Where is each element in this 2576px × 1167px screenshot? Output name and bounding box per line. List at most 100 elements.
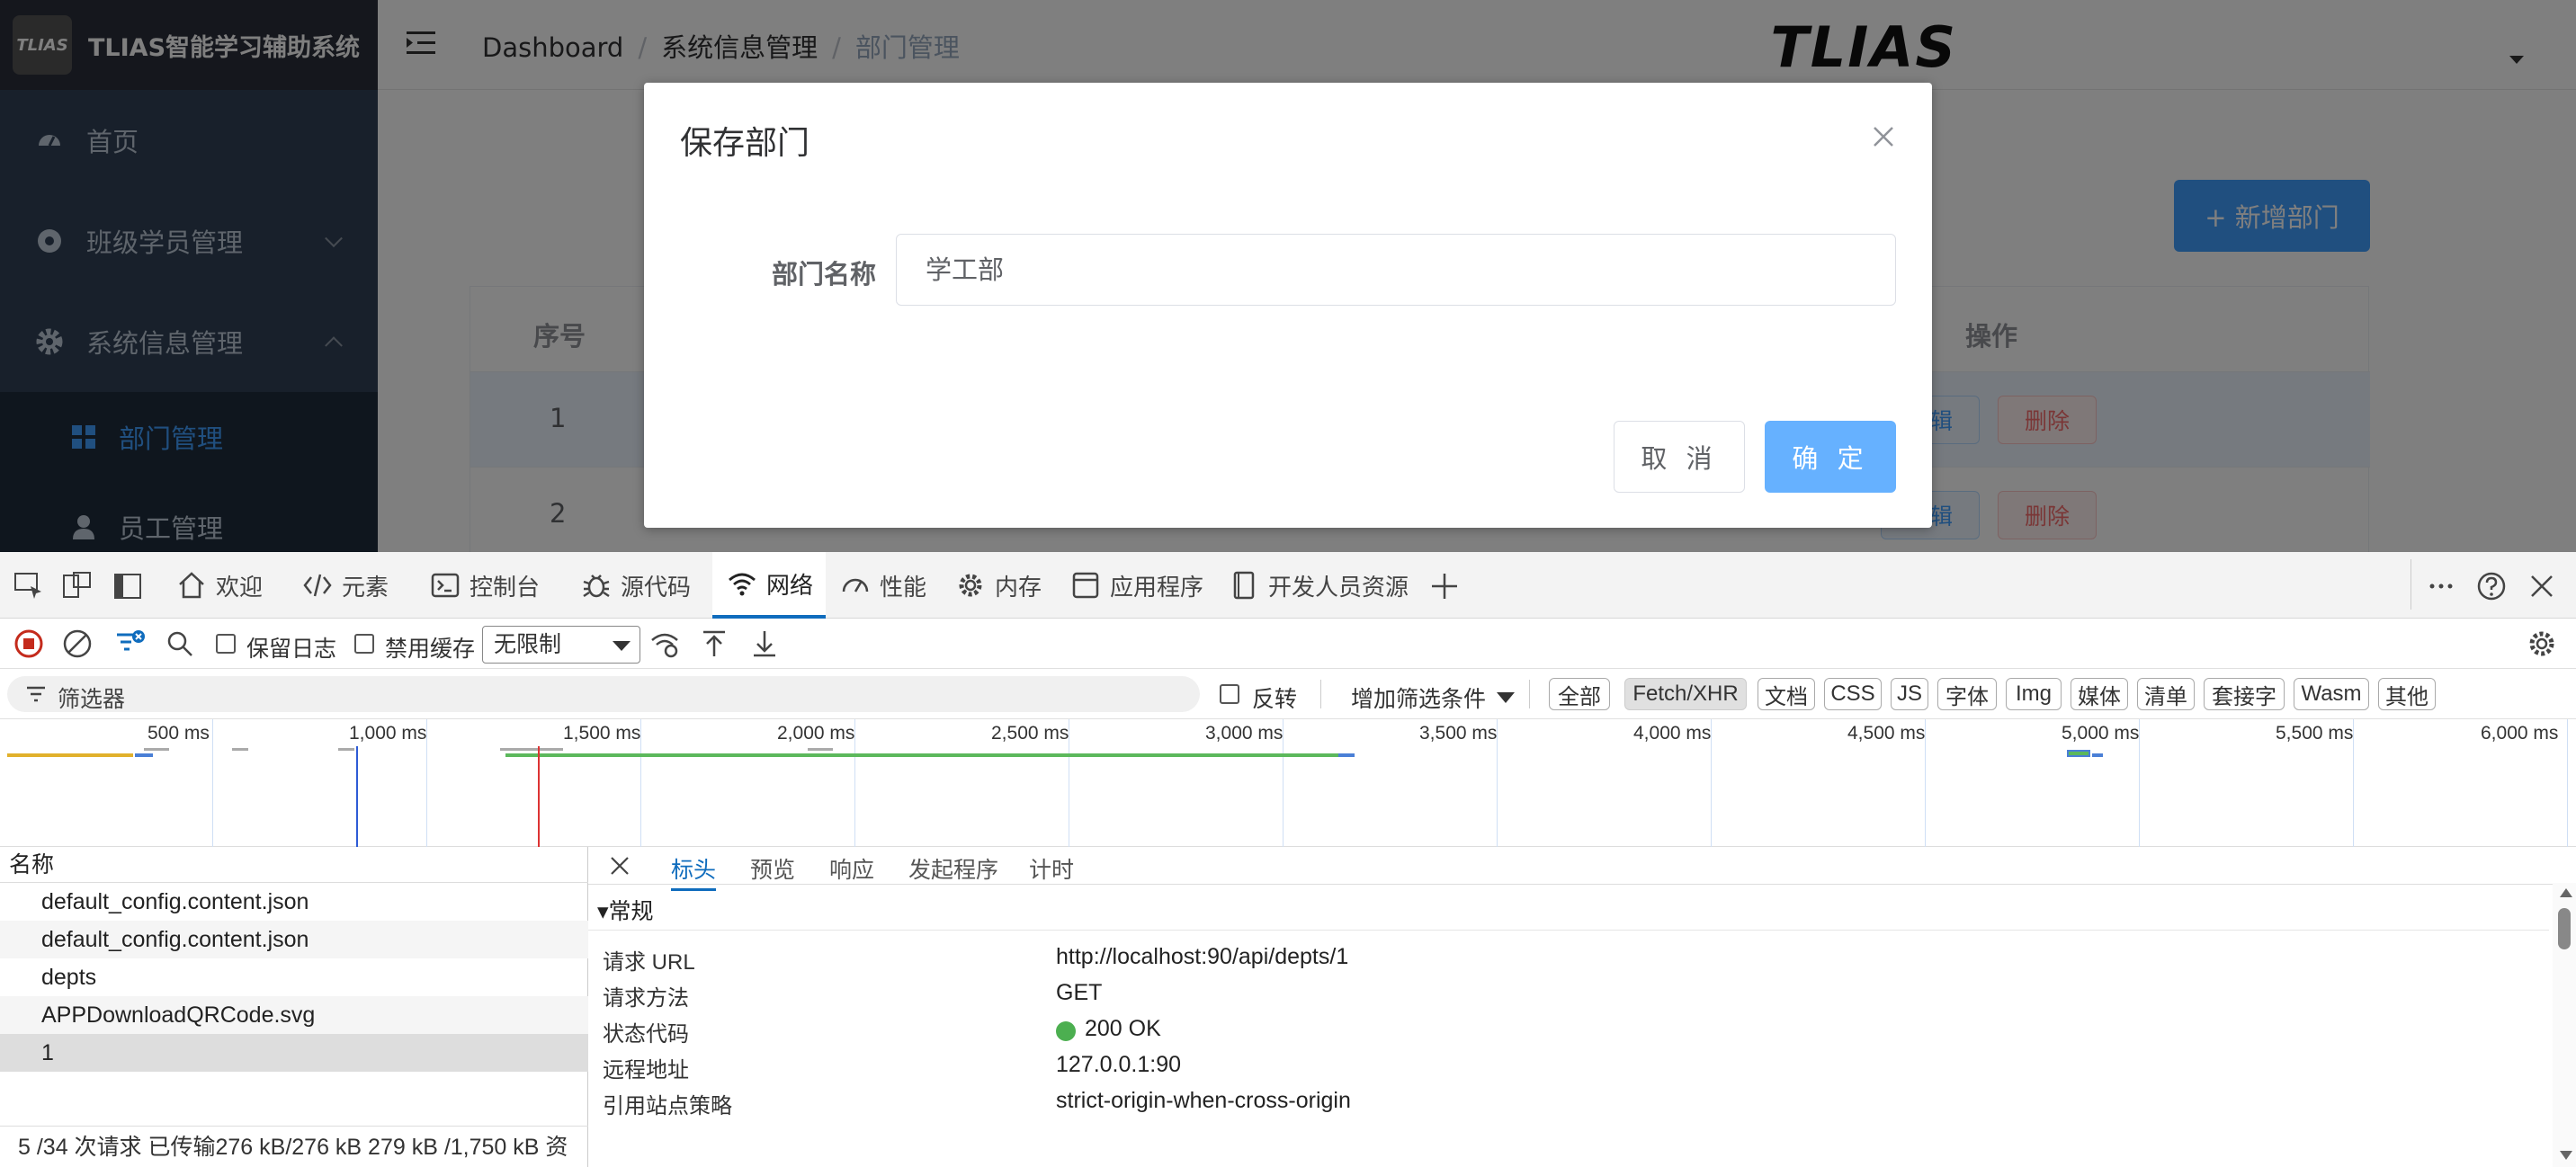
divider xyxy=(1529,680,1530,708)
window-icon xyxy=(1072,572,1099,599)
list-item-selected[interactable]: 1 xyxy=(0,1034,588,1072)
header-key: 状态代码 xyxy=(603,1022,689,1047)
tab-application[interactable]: 应用程序 xyxy=(1070,552,1205,619)
dock-icon[interactable] xyxy=(112,570,144,602)
tab-timing[interactable]: 计时 xyxy=(1029,852,1074,885)
list-item[interactable]: default_config.content.json xyxy=(0,883,588,921)
confirm-button[interactable]: 确 定 xyxy=(1765,421,1896,493)
filter-chip-wasm[interactable]: Wasm xyxy=(2294,678,2369,710)
import-icon[interactable] xyxy=(698,628,730,660)
network-summary: 5 /34 次请求 已传输276 kB/276 kB 279 kB /1,750… xyxy=(0,1126,588,1167)
section-general-toggle[interactable]: ▾常规 xyxy=(597,894,654,926)
tab-preview[interactable]: 预览 xyxy=(750,852,795,885)
invert-label: 反转 xyxy=(1252,687,1298,712)
preserve-log-label: 保留日志 xyxy=(246,637,337,662)
more-filters-dropdown[interactable]: 增加筛选条件 xyxy=(1351,681,1486,714)
tab-memory[interactable]: 内存 xyxy=(955,552,1054,619)
request-bar xyxy=(1338,753,1355,757)
tab-dev-resources[interactable]: 开发人员资源 xyxy=(1229,552,1409,619)
settings-icon[interactable] xyxy=(2526,628,2558,660)
filter-chip-media[interactable]: 媒体 xyxy=(2071,678,2128,710)
dept-name-input[interactable]: 学工部 xyxy=(896,234,1896,306)
tab-headers[interactable]: 标头 xyxy=(671,852,717,891)
disable-cache-checkbox[interactable] xyxy=(354,634,374,654)
filter-chip-font[interactable]: 字体 xyxy=(1937,678,1997,710)
network-overview-timeline[interactable]: 500 ms 1,000 ms 1,500 ms 2,000 ms 2,500 … xyxy=(0,719,2576,847)
tab-initiator[interactable]: 发起程序 xyxy=(908,852,998,885)
list-item[interactable]: default_config.content.json xyxy=(0,921,588,958)
search-icon[interactable] xyxy=(164,628,196,660)
dom-content-loaded-marker xyxy=(356,746,358,847)
tick-label: 2,000 ms xyxy=(777,723,855,744)
tab-label: 欢迎 xyxy=(216,573,264,601)
filter-chip-all[interactable]: 全部 xyxy=(1549,678,1610,710)
help-icon[interactable] xyxy=(2475,570,2508,602)
tick-label: 6,000 ms xyxy=(2481,723,2559,744)
tick-label: 1,000 ms xyxy=(349,723,427,744)
record-stop-icon[interactable] xyxy=(13,628,45,660)
tab-performance[interactable]: 性能 xyxy=(840,552,939,619)
request-bar xyxy=(2092,753,2103,757)
tick-label: 1,500 ms xyxy=(563,723,641,744)
tick-label: 3,000 ms xyxy=(1205,723,1284,744)
device-icon[interactable] xyxy=(61,570,94,602)
request-bar xyxy=(338,748,354,751)
list-item[interactable]: APPDownloadQRCode.svg xyxy=(0,996,588,1034)
throttle-select[interactable]: 无限制 xyxy=(482,626,640,664)
gauge-icon xyxy=(842,578,869,592)
inspect-icon[interactable] xyxy=(13,570,45,602)
export-icon[interactable] xyxy=(748,628,781,660)
tab-welcome[interactable]: 欢迎 xyxy=(176,552,273,619)
tab-label: 网络 xyxy=(766,571,814,599)
list-item[interactable]: depts xyxy=(0,958,588,996)
preserve-log-checkbox[interactable] xyxy=(216,634,236,654)
cancel-button[interactable]: 取 消 xyxy=(1614,421,1745,493)
tab-label: 控制台 xyxy=(470,573,541,601)
filter-settings-icon[interactable] xyxy=(113,628,146,660)
network-conditions-icon[interactable] xyxy=(649,628,682,660)
request-bar xyxy=(500,748,563,751)
tab-label: 元素 xyxy=(342,573,389,601)
filter-placeholder: 筛选器 xyxy=(58,687,126,712)
filter-chip-fetch-xhr[interactable]: Fetch/XHR xyxy=(1624,678,1747,710)
filter-chip-doc[interactable]: 文档 xyxy=(1758,678,1815,710)
save-dept-dialog: 保存部门 部门名称 学工部 取 消 确 定 xyxy=(644,83,1932,528)
request-list: 名称 default_config.content.json default_c… xyxy=(0,847,588,1167)
scroll-up-icon[interactable] xyxy=(2560,888,2572,897)
tick-label: 2,500 ms xyxy=(991,723,1069,744)
load-marker xyxy=(538,746,540,847)
scroll-thumb[interactable] xyxy=(2558,908,2571,949)
filter-input[interactable]: 筛选器 xyxy=(7,676,1200,712)
filter-chip-js[interactable]: JS xyxy=(1891,678,1928,710)
tab-network[interactable]: 网络 xyxy=(712,552,826,619)
filter-row: 筛选器 反转 增加筛选条件 全部 Fetch/XHR 文档 CSS JS 字体 … xyxy=(0,669,2576,719)
console-icon xyxy=(431,573,460,598)
tab-sources[interactable]: 源代码 xyxy=(581,552,698,619)
clear-icon[interactable] xyxy=(61,628,94,660)
request-bar xyxy=(808,748,833,751)
divider xyxy=(588,930,2549,931)
column-header-name[interactable]: 名称 xyxy=(0,847,588,883)
more-icon[interactable] xyxy=(2425,570,2457,602)
tick-label: 5,500 ms xyxy=(2276,723,2354,744)
close-icon[interactable] xyxy=(608,854,631,877)
close-icon[interactable] xyxy=(2526,570,2558,602)
filter-chip-manifest[interactable]: 清单 xyxy=(2137,678,2195,710)
tab-console[interactable]: 控制台 xyxy=(430,552,547,619)
close-icon[interactable] xyxy=(1871,124,1896,149)
request-bar xyxy=(135,753,153,757)
scroll-down-icon[interactable] xyxy=(2560,1151,2572,1160)
filter-chip-css[interactable]: CSS xyxy=(1824,678,1882,710)
tab-elements[interactable]: 元素 xyxy=(302,552,399,619)
filter-chip-img[interactable]: Img xyxy=(2006,678,2062,710)
tab-label: 源代码 xyxy=(621,573,692,601)
devtools-tab-bar: 欢迎 元素 控制台 源代码 网络 性能 内存 应用程序 开发人员资源 xyxy=(0,552,2576,619)
invert-checkbox[interactable] xyxy=(1220,684,1239,704)
tab-response[interactable]: 响应 xyxy=(829,852,874,885)
filter-chip-socket[interactable]: 套接字 xyxy=(2204,678,2285,710)
plus-icon[interactable] xyxy=(1428,570,1461,602)
filter-chip-other[interactable]: 其他 xyxy=(2378,678,2436,710)
tick-label: 3,500 ms xyxy=(1419,723,1498,744)
scrollbar[interactable] xyxy=(2553,883,2576,1167)
header-key: 远程地址 xyxy=(603,1058,689,1082)
